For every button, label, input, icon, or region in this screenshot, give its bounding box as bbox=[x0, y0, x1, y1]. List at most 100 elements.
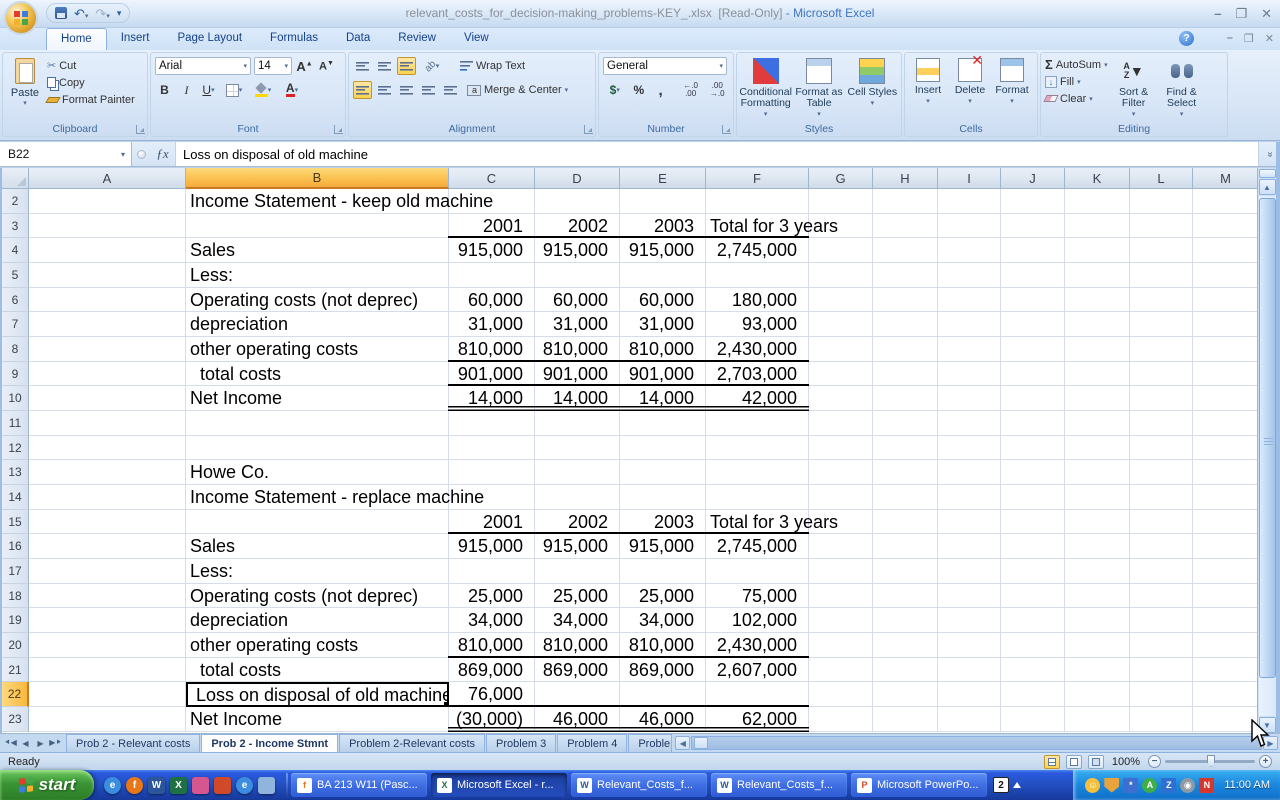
cell-M12[interactable] bbox=[1193, 436, 1257, 461]
cell-B18[interactable]: Operating costs (not deprec) bbox=[186, 584, 449, 609]
scroll-left-icon[interactable]: ◀ bbox=[675, 736, 690, 750]
cell-H16[interactable] bbox=[873, 534, 938, 559]
cell-H20[interactable] bbox=[873, 633, 938, 658]
vertical-scroll-track[interactable] bbox=[1259, 196, 1276, 716]
horizontal-scrollbar[interactable]: ◀ ▶ bbox=[675, 736, 1278, 750]
cell-L18[interactable] bbox=[1130, 584, 1193, 609]
cell-F15[interactable]: Total for 3 years bbox=[706, 510, 809, 535]
start-button[interactable]: start bbox=[0, 770, 94, 800]
row-header-4[interactable]: 4 bbox=[2, 238, 29, 263]
cell-J15[interactable] bbox=[1001, 510, 1065, 535]
cell-L16[interactable] bbox=[1130, 534, 1193, 559]
cell-A14[interactable] bbox=[29, 485, 186, 510]
cell-B12[interactable] bbox=[186, 436, 449, 461]
cell-G18[interactable] bbox=[809, 584, 873, 609]
cell-G11[interactable] bbox=[809, 411, 873, 436]
row-header-22[interactable]: 22 bbox=[2, 682, 29, 707]
fill-button[interactable]: ↓Fill▾ bbox=[1043, 73, 1110, 90]
cell-A2[interactable] bbox=[29, 189, 186, 214]
cell-F5[interactable] bbox=[706, 263, 809, 288]
cell-C4[interactable]: 915,000 bbox=[449, 238, 535, 263]
row-header-10[interactable]: 10 bbox=[2, 386, 29, 411]
column-header-C[interactable]: C bbox=[449, 168, 535, 189]
cell-F9[interactable]: 2,703,000 bbox=[706, 362, 809, 387]
row-header-8[interactable]: 8 bbox=[2, 337, 29, 362]
cell-F11[interactable] bbox=[706, 411, 809, 436]
taskbar-button[interactable]: WRelevant_Costs_f... bbox=[571, 773, 707, 797]
zoom-slider-handle[interactable] bbox=[1207, 755, 1215, 767]
cell-L20[interactable] bbox=[1130, 633, 1193, 658]
row-header-18[interactable]: 18 bbox=[2, 584, 29, 609]
decrease-decimal-button[interactable]: .00→.0 bbox=[705, 81, 729, 99]
cell-B14[interactable]: Income Statement - replace machine bbox=[186, 485, 449, 510]
word-icon[interactable]: W bbox=[148, 777, 165, 794]
cell-M2[interactable] bbox=[1193, 189, 1257, 214]
shrink-font-button[interactable]: A▼ bbox=[317, 57, 336, 75]
cell-I10[interactable] bbox=[938, 386, 1001, 411]
delete-cells-button[interactable]: Delete▾ bbox=[949, 55, 991, 121]
cell-H11[interactable] bbox=[873, 411, 938, 436]
cell-H13[interactable] bbox=[873, 460, 938, 485]
cell-G19[interactable] bbox=[809, 608, 873, 633]
cell-E17[interactable] bbox=[620, 559, 706, 584]
cell-D13[interactable] bbox=[535, 460, 620, 485]
cell-M11[interactable] bbox=[1193, 411, 1257, 436]
cell-B11[interactable] bbox=[186, 411, 449, 436]
media-icon[interactable]: e bbox=[236, 777, 253, 794]
cell-A6[interactable] bbox=[29, 288, 186, 313]
cell-H10[interactable] bbox=[873, 386, 938, 411]
column-header-M[interactable]: M bbox=[1193, 168, 1257, 189]
underline-button[interactable]: U▾ bbox=[199, 81, 218, 99]
cell-I2[interactable] bbox=[938, 189, 1001, 214]
cell-A11[interactable] bbox=[29, 411, 186, 436]
page-break-view-button[interactable] bbox=[1088, 755, 1104, 769]
paste-dropdown-icon[interactable]: ▾ bbox=[23, 99, 27, 107]
normal-view-button[interactable] bbox=[1044, 755, 1060, 769]
vertical-scroll-thumb[interactable] bbox=[1259, 198, 1276, 678]
cell-A22[interactable] bbox=[29, 682, 186, 707]
cell-A15[interactable] bbox=[29, 510, 186, 535]
cell-J5[interactable] bbox=[1001, 263, 1065, 288]
cell-I5[interactable] bbox=[938, 263, 1001, 288]
cell-M6[interactable] bbox=[1193, 288, 1257, 313]
red-app-icon[interactable] bbox=[214, 777, 231, 794]
tab-page-layout[interactable]: Page Layout bbox=[163, 28, 256, 50]
cell-G20[interactable] bbox=[809, 633, 873, 658]
cut-button[interactable]: ✂Cut bbox=[45, 57, 137, 74]
cell-C20[interactable]: 810,000 bbox=[449, 633, 535, 658]
cell-E2[interactable] bbox=[620, 189, 706, 214]
cell-I11[interactable] bbox=[938, 411, 1001, 436]
cell-M8[interactable] bbox=[1193, 337, 1257, 362]
cell-K18[interactable] bbox=[1065, 584, 1130, 609]
cell-M23[interactable] bbox=[1193, 707, 1257, 732]
row-header-5[interactable]: 5 bbox=[2, 263, 29, 288]
cell-A17[interactable] bbox=[29, 559, 186, 584]
cell-M13[interactable] bbox=[1193, 460, 1257, 485]
cell-K8[interactable] bbox=[1065, 337, 1130, 362]
cell-I9[interactable] bbox=[938, 362, 1001, 387]
cell-B21[interactable]: total costs bbox=[186, 658, 449, 683]
copy-button[interactable]: Copy bbox=[45, 74, 137, 91]
horizontal-scroll-track[interactable] bbox=[691, 736, 1262, 750]
middle-align-button[interactable] bbox=[375, 57, 394, 75]
fill-handle[interactable] bbox=[443, 701, 448, 706]
top-align-button[interactable] bbox=[353, 57, 372, 75]
sheet-tab-prob-2-relevant-costs[interactable]: Prob 2 - Relevant costs bbox=[66, 734, 200, 752]
cell-F6[interactable]: 180,000 bbox=[706, 288, 809, 313]
insert-cells-button[interactable]: Insert▾ bbox=[907, 55, 949, 121]
cell-B19[interactable]: depreciation bbox=[186, 608, 449, 633]
first-sheet-icon[interactable]: ⯇◀ bbox=[4, 737, 17, 750]
cell-L5[interactable] bbox=[1130, 263, 1193, 288]
cell-J4[interactable] bbox=[1001, 238, 1065, 263]
cell-D11[interactable] bbox=[535, 411, 620, 436]
increase-decimal-button[interactable]: ←.0.00 bbox=[679, 81, 703, 99]
cell-A12[interactable] bbox=[29, 436, 186, 461]
cell-A20[interactable] bbox=[29, 633, 186, 658]
close-button[interactable]: ✕ bbox=[1261, 6, 1272, 22]
cell-B17[interactable]: Less: bbox=[186, 559, 449, 584]
cell-C23[interactable]: (30,000) bbox=[449, 707, 535, 732]
cell-D18[interactable]: 25,000 bbox=[535, 584, 620, 609]
cell-I22[interactable] bbox=[938, 682, 1001, 707]
name-box-dropdown-icon[interactable]: ▾ bbox=[115, 150, 131, 159]
alignment-dialog-launcher[interactable] bbox=[584, 125, 593, 134]
